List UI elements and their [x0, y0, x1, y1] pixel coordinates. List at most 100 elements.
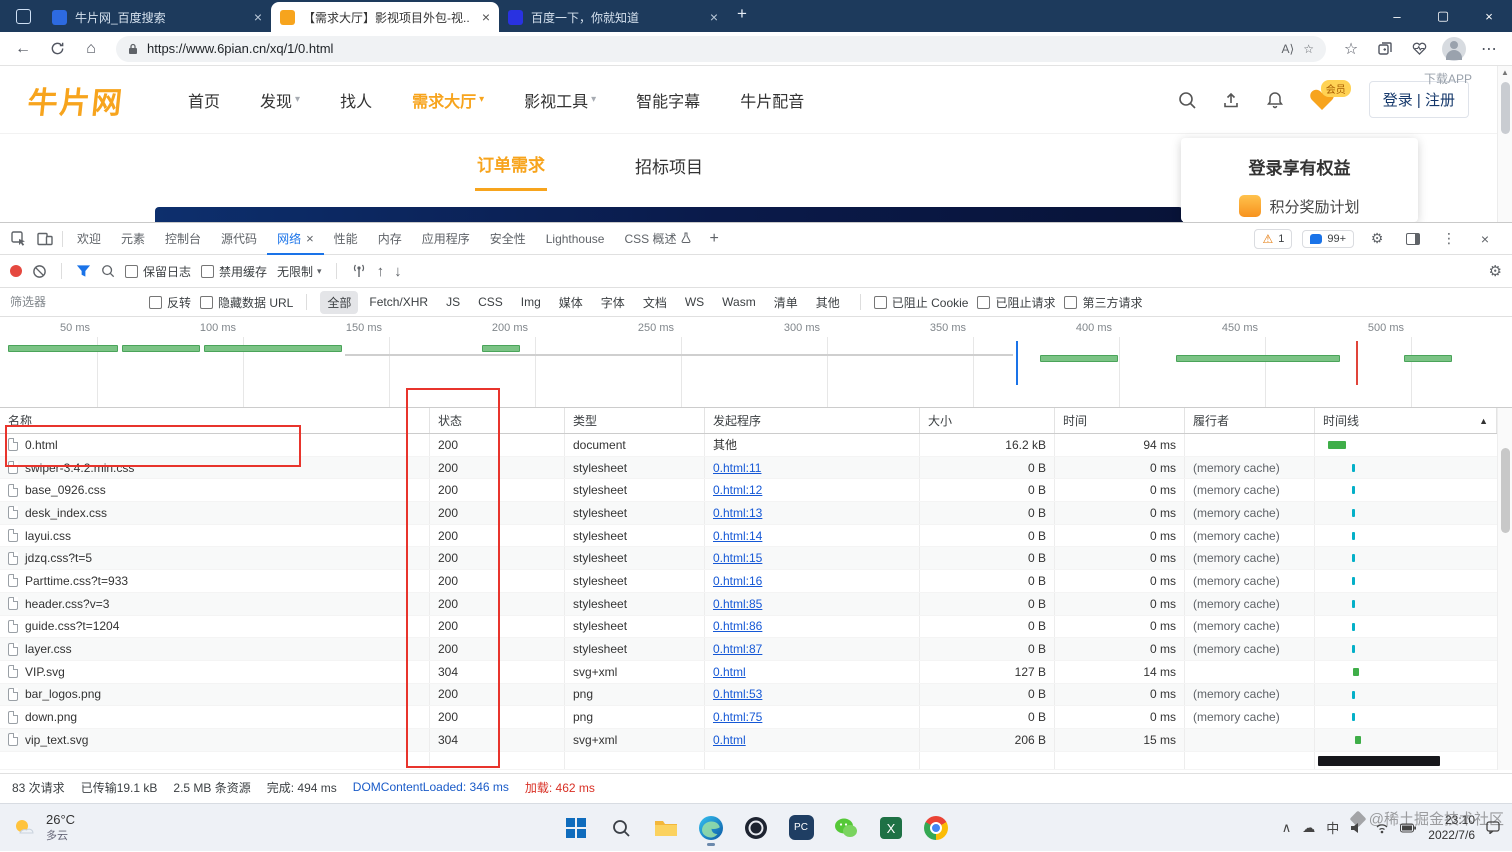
wechat-button[interactable]	[829, 808, 863, 848]
devtools-tab[interactable]: Lighthouse	[536, 223, 615, 255]
network-request-row[interactable]: header.css?v=3 200 stylesheet 0.html:85 0 B 0…	[0, 592, 1497, 616]
column-header[interactable]: 履行者	[1185, 408, 1315, 433]
disable-cache-checkbox[interactable]: 禁用缓存	[201, 263, 267, 280]
initiator-link[interactable]: 0.html:12	[713, 483, 762, 497]
browser-tab[interactable]: 百度一下，你就知道 ×	[499, 2, 727, 32]
network-request-row[interactable]: Parttime.css?t=933 200 stylesheet 0.html:16…	[0, 570, 1497, 593]
network-request-row[interactable]: VIP.svg 304 svg+xml 0.html 127 B 14 ms	[0, 660, 1497, 684]
warnings-badge[interactable]: ⚠ 1	[1254, 228, 1293, 249]
tab-close-icon[interactable]: ×	[306, 231, 314, 246]
import-har-icon[interactable]: ↑	[377, 263, 385, 280]
network-request-row[interactable]: swiper-3.4.2.min.css 200 stylesheet 0.html:…	[0, 456, 1497, 480]
initiator-link[interactable]: 0.html:14	[713, 529, 762, 543]
devtools-tab[interactable]: 源代码	[211, 223, 267, 255]
network-request-row[interactable]: guide.css?t=1204 200 stylesheet 0.html:86 0 …	[0, 615, 1497, 639]
network-request-row[interactable]: layer.css 200 stylesheet 0.html:87 0 B 0 ms (m…	[0, 638, 1497, 661]
devtools-tab[interactable]: 内存	[368, 223, 412, 255]
devtools-tab[interactable]: 网络 ×	[267, 223, 324, 255]
network-conditions-icon[interactable]	[351, 264, 367, 278]
column-header[interactable]: 状态	[430, 408, 565, 433]
filter-pill[interactable]: 媒体	[552, 291, 590, 314]
filter-pill[interactable]: 字体	[594, 291, 632, 314]
initiator-link[interactable]: 0.html:85	[713, 597, 762, 611]
obs-button[interactable]	[739, 808, 773, 848]
filter-pill[interactable]: Wasm	[715, 292, 763, 312]
network-request-row[interactable]: bar_logos.png 200 png 0.html:53 0 B 0 ms (memo…	[0, 683, 1497, 707]
export-har-icon[interactable]: ↓	[394, 263, 402, 280]
scroll-up-icon[interactable]: ▲	[1501, 68, 1509, 77]
nav-item[interactable]: 影视工具 ▾	[524, 88, 596, 112]
filter-pill[interactable]: 全部	[320, 290, 359, 314]
dock-side-icon[interactable]	[1400, 226, 1426, 252]
column-header[interactable]: 时间线 ▲	[1315, 408, 1497, 433]
device-toolbar-icon[interactable]	[32, 226, 58, 252]
invert-checkbox[interactable]: 反转	[149, 294, 191, 311]
address-bar[interactable]: https://www.6pian.cn/xq/1/0.html A⟩ ☆	[116, 35, 1326, 62]
tab-close-icon[interactable]: ×	[482, 9, 490, 25]
network-request-row[interactable]: layui.css 200 stylesheet 0.html:14 0 B 0 ms (m…	[0, 524, 1497, 548]
nav-item[interactable]: 找人	[340, 88, 372, 112]
site-logo[interactable]: 牛片网	[26, 78, 127, 122]
devtools-close-icon[interactable]: ×	[1472, 226, 1498, 252]
filter-button[interactable]	[76, 264, 91, 278]
network-request-row[interactable]: desk_index.css 200 stylesheet 0.html:13 0 B 0…	[0, 502, 1497, 525]
url-text[interactable]: https://www.6pian.cn/xq/1/0.html	[147, 41, 1273, 56]
battery-icon[interactable]	[1400, 823, 1417, 833]
refresh-button[interactable]	[42, 35, 72, 63]
favorites-icon[interactable]: ☆	[1336, 35, 1366, 63]
devtools-tab[interactable]: 控制台	[155, 223, 211, 255]
devtools-scrollbar[interactable]	[1497, 408, 1512, 770]
excel-button[interactable]: X	[874, 808, 908, 848]
third-party-checkbox[interactable]: 第三方请求	[1064, 294, 1143, 311]
network-overview[interactable]: 50 ms 100 ms 150 ms 200 ms 250 ms 300 ms 350 m…	[0, 317, 1512, 408]
onedrive-cloud-icon[interactable]: ☁	[1302, 820, 1315, 836]
card-benefit-row[interactable]: 积分奖励计划	[1181, 195, 1418, 217]
edge-button[interactable]	[694, 808, 728, 848]
file-explorer-button[interactable]	[649, 808, 683, 848]
taskbar-weather[interactable]: 26°C 多云	[0, 812, 220, 843]
blocked-cookies-checkbox[interactable]: 已阻止 Cookie	[873, 294, 968, 311]
network-request-row[interactable]: vip_text.svg 304 svg+xml 0.html 206 B 15 ms	[0, 728, 1497, 752]
chrome-button[interactable]	[919, 808, 953, 848]
minimize-button[interactable]: –	[1374, 0, 1420, 32]
subtab[interactable]: 订单需求	[475, 135, 547, 191]
browser-tab[interactable]: 牛片网_百度搜索 ×	[43, 2, 271, 32]
nav-item[interactable]: 牛片配音	[740, 88, 804, 112]
initiator-link[interactable]: 0.html:16	[713, 574, 762, 588]
inspect-element-icon[interactable]	[6, 226, 32, 252]
filter-pill[interactable]: JS	[439, 292, 467, 312]
more-menu-icon[interactable]: ⋯	[1474, 35, 1504, 63]
network-request-row[interactable]	[0, 751, 1497, 770]
download-app-link[interactable]: 下载APP	[1424, 70, 1472, 87]
nav-item[interactable]: 首页	[188, 88, 220, 112]
tab-close-icon[interactable]: ×	[254, 9, 262, 25]
scrollbar-thumb[interactable]	[1501, 82, 1510, 134]
devtools-settings-gear-icon[interactable]: ⚙	[1364, 226, 1390, 252]
profile-avatar[interactable]	[1442, 36, 1466, 61]
pc-app-button[interactable]: PC	[784, 808, 818, 848]
network-request-row[interactable]: down.png 200 png 0.html:75 0 B 0 ms (memory ca…	[0, 706, 1497, 729]
read-aloud-icon[interactable]: A⟩	[1282, 42, 1295, 56]
notifications-bell-icon[interactable]	[1265, 90, 1285, 110]
nav-item[interactable]: 需求大厅 ▾	[412, 88, 484, 112]
column-header[interactable]: 名称	[0, 408, 430, 433]
more-tabs-button[interactable]: +	[701, 223, 726, 255]
home-button[interactable]: ⌂	[76, 35, 106, 63]
devtools-tab[interactable]: CSS 概述	[614, 223, 701, 255]
column-header[interactable]: 时间	[1055, 408, 1185, 433]
tab-close-icon[interactable]: ×	[710, 9, 718, 25]
hide-data-url-checkbox[interactable]: 隐藏数据 URL	[200, 294, 293, 311]
subtab[interactable]: 招标项目	[633, 137, 705, 190]
devtools-menu-icon[interactable]: ⋮	[1436, 226, 1462, 252]
column-header[interactable]: 大小	[920, 408, 1055, 433]
scrollbar-thumb[interactable]	[1501, 448, 1510, 533]
filter-pill[interactable]: 文档	[636, 291, 674, 314]
nav-item[interactable]: 发现 ▾	[260, 88, 300, 112]
initiator-link[interactable]: 0.html:86	[713, 619, 762, 633]
preserve-log-checkbox[interactable]: 保留日志	[125, 263, 191, 280]
devtools-tab[interactable]: 应用程序	[412, 223, 480, 255]
devtools-tab[interactable]: 欢迎	[67, 223, 111, 255]
column-header[interactable]: 发起程序	[705, 408, 920, 433]
clear-button[interactable]	[32, 264, 47, 279]
nav-item[interactable]: 智能字幕	[636, 88, 700, 112]
